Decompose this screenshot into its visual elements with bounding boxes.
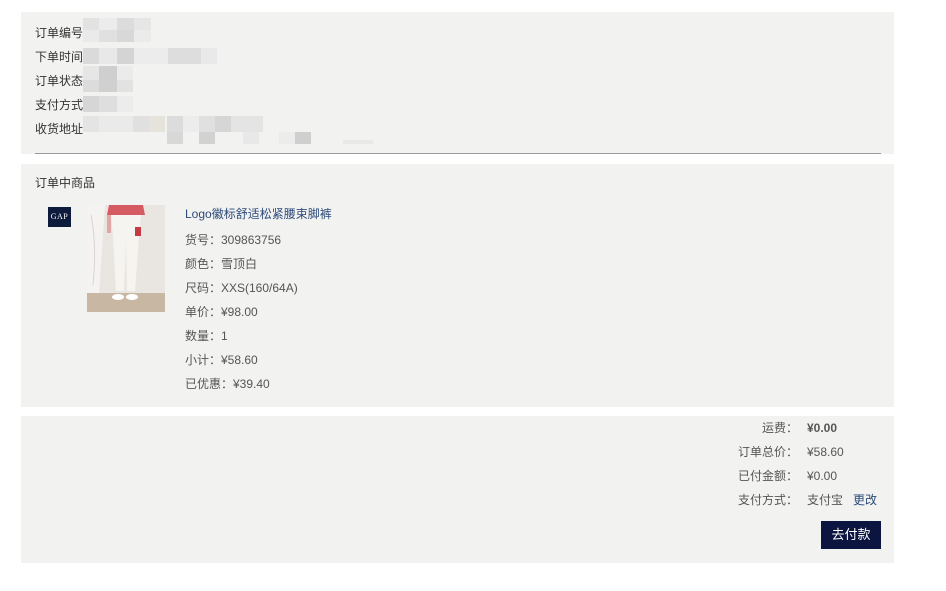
product-quantity: 数量：1	[185, 329, 228, 343]
payment-method-redacted	[83, 96, 143, 114]
product-size: 尺码：XXS(160/64A)	[185, 281, 298, 295]
order-number-redacted	[83, 18, 167, 42]
paid-label: 已付金额：	[737, 469, 798, 483]
product-name-link[interactable]: Logo徽标舒适松紧腰束脚裤	[185, 205, 332, 222]
paid-row: 已付金额： ¥0.00	[21, 467, 894, 485]
order-status-row: 订单状态	[35, 66, 133, 92]
payment-method-row: 支付方式	[35, 96, 133, 114]
order-number-label: 订单编号	[35, 26, 84, 40]
order-time-row: 下单时间	[35, 48, 217, 66]
product-sku: 货号：309863756	[185, 233, 282, 247]
product-photo-illustration	[87, 205, 165, 312]
product-unit-price: 单价：¥98.00	[185, 305, 258, 319]
order-info-divider	[35, 153, 881, 154]
order-number-row: 订单编号	[35, 18, 151, 42]
total-label: 订单总价：	[737, 445, 798, 459]
order-info-panel: 订单编号 下单时间 订单状态 支付方式 收货地址	[21, 12, 894, 154]
shipping-address-label: 收货地址	[35, 122, 84, 136]
product-subtotal: 小计：¥58.60	[185, 353, 258, 367]
products-panel: 订单中商品 GAP Logo徽标舒适松紧腰束脚裤 货号：309863756 颜色…	[21, 164, 894, 407]
product-image[interactable]	[87, 205, 165, 312]
order-summary-panel: 运费： ¥0.00 订单总价： ¥58.60 已付金额： ¥0.00 支付方式：…	[21, 416, 894, 563]
payment-row: 支付方式： 支付宝 更改	[21, 491, 894, 509]
product-discount: 已优惠：¥39.40	[185, 377, 270, 391]
payment-value-group: 支付宝 更改	[807, 491, 877, 509]
total-value: ¥58.60	[807, 445, 844, 459]
shipping-label: 运费：	[761, 421, 798, 435]
shipping-value: ¥0.00	[807, 421, 838, 435]
payment-label: 支付方式：	[737, 493, 798, 507]
order-status-redacted	[83, 66, 153, 92]
shipping-row: 运费： ¥0.00	[21, 419, 894, 437]
total-row: 订单总价： ¥58.60	[21, 443, 894, 461]
payment-method-label: 支付方式	[35, 98, 84, 112]
change-payment-link[interactable]: 更改	[853, 493, 877, 507]
paid-value: ¥0.00	[807, 469, 838, 483]
order-time-redacted	[83, 48, 223, 66]
brand-logo: GAP	[48, 207, 71, 227]
order-time-label: 下单时间	[35, 50, 84, 64]
pay-button[interactable]: 去付款	[821, 521, 881, 549]
products-section-title: 订单中商品	[35, 176, 96, 190]
shipping-address-redacted	[83, 116, 383, 144]
order-status-label: 订单状态	[35, 74, 84, 88]
shipping-address-row: 收货地址	[35, 116, 373, 144]
payment-value: 支付宝	[807, 493, 844, 507]
product-color: 颜色：雪顶白	[185, 257, 258, 271]
